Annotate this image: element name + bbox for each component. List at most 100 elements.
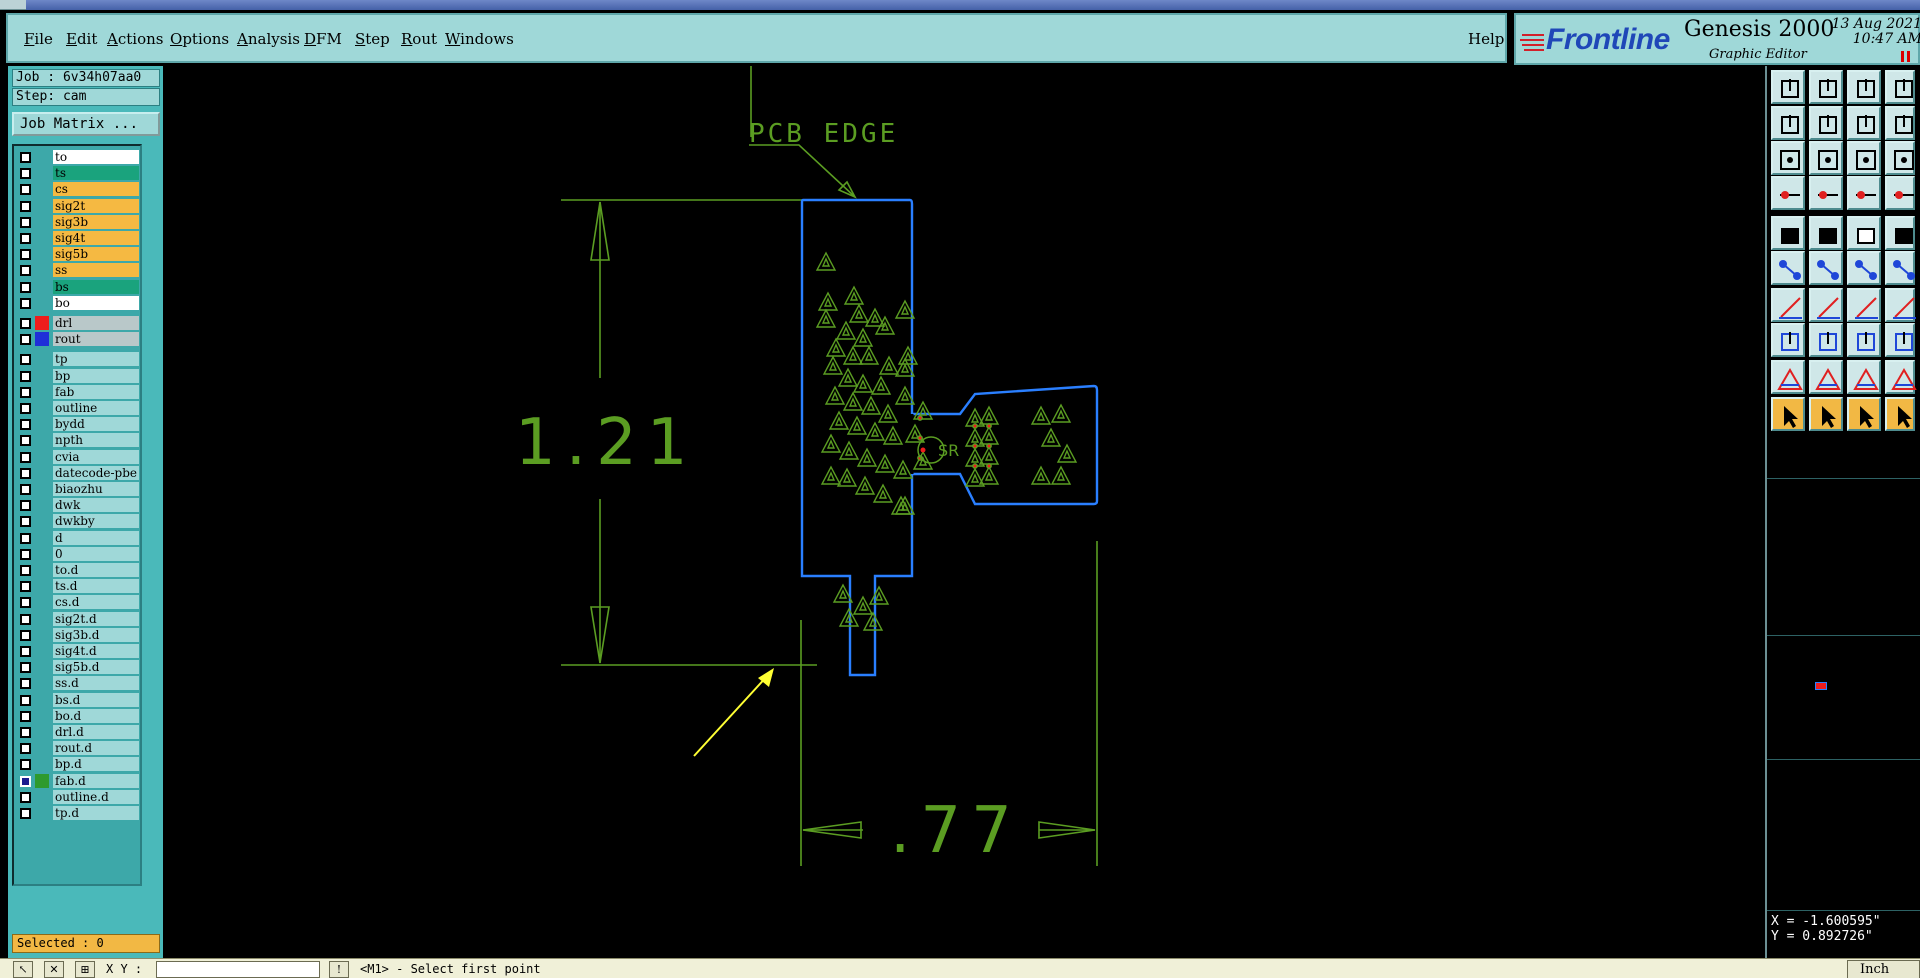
layer-checkbox[interactable] [20,727,31,738]
layer-color-swatch[interactable] [35,725,49,739]
layer-name[interactable]: rout [53,332,139,347]
fill-icon[interactable] [1771,216,1805,250]
layer-name[interactable]: ts [53,166,139,181]
layer-row-sig3b[interactable]: sig3b [18,214,139,229]
xy-input[interactable] [156,961,320,978]
open-job-icon[interactable] [1771,70,1805,104]
step-right-icon[interactable] [1809,106,1843,140]
layer-color-swatch[interactable] [35,466,49,480]
rotate-icon[interactable] [1847,288,1881,322]
slash-icon[interactable] [1809,288,1843,322]
layer-row-rout-d[interactable]: rout.d [18,741,139,756]
arc-icon[interactable] [1885,251,1915,285]
layer-row-0[interactable]: 0 [18,546,139,561]
layer-row-ts-d[interactable]: ts.d [18,579,139,594]
angle-icon[interactable] [1771,288,1805,322]
layer-name[interactable]: to [53,150,139,164]
grid-mode-icon[interactable]: ⊞ [75,961,95,978]
layer-checkbox[interactable] [20,265,31,277]
layer-color-swatch[interactable] [35,352,49,366]
menu-help[interactable]: Help [1468,30,1504,48]
graphic-canvas[interactable]: PCB EDGE 1.21 .77 SR [163,66,1765,957]
layer-name[interactable]: to.d [53,563,139,577]
layer-checkbox[interactable] [20,281,31,293]
cross-mode-icon[interactable]: ✕ [44,961,64,978]
ratio-icon[interactable] [1847,141,1881,175]
layer-checkbox[interactable] [20,791,31,803]
line-icon[interactable] [1809,323,1843,357]
feature-filter-icon[interactable] [1771,176,1805,210]
layer-checkbox[interactable] [20,743,31,755]
redraw-icon[interactable] [1885,106,1915,140]
layer-color-swatch[interactable] [35,741,49,755]
layer-row-fab-d[interactable]: fab.d [18,773,139,788]
layer-name[interactable]: npth [53,433,139,448]
layer-row-sig2t[interactable]: sig2t [18,198,139,213]
grid-icon[interactable] [1847,323,1881,357]
layer-color-swatch[interactable] [35,166,49,180]
layer-row-datecode-pbe[interactable]: datecode-pbe [18,465,139,480]
layer-checkbox[interactable] [20,775,31,787]
layer-checkbox[interactable] [20,759,31,771]
drill-icon[interactable] [1885,216,1915,250]
mirror-icon[interactable] [1847,106,1881,140]
layer-name[interactable]: bp.d [53,757,139,772]
layer-color-swatch[interactable] [35,482,49,496]
layer-color-swatch[interactable] [35,628,49,642]
layer-color-swatch[interactable] [35,563,49,577]
layer-row-tp-d[interactable]: tp.d [18,806,139,820]
layer-color-swatch[interactable] [35,433,49,447]
layer-color-swatch[interactable] [35,757,49,771]
layer-name[interactable]: sig3b [53,214,139,229]
overview-pane-bottom[interactable] [1767,759,1920,910]
layer-row-outline[interactable]: outline [18,401,139,415]
home-icon[interactable] [1847,70,1881,104]
layer-color-swatch[interactable] [35,709,49,723]
layer-color-swatch[interactable] [35,612,49,626]
layer-name[interactable]: sig2t.d [53,611,139,626]
layer-checkbox[interactable] [20,532,31,544]
layer-checkbox[interactable] [20,467,31,479]
layer-name[interactable]: ss.d [53,676,139,691]
layer-checkbox[interactable] [20,451,31,463]
layer-color-swatch[interactable] [35,385,49,399]
layer-row-dwk[interactable]: dwk [18,498,139,513]
layer-row-sig4t-d[interactable]: sig4t.d [18,644,139,658]
route-icon[interactable] [1885,397,1915,431]
layer-color-swatch[interactable] [35,316,49,330]
layer-checkbox[interactable] [20,678,31,690]
layer-name[interactable]: sig4t.d [53,644,139,658]
layer-color-swatch[interactable] [35,182,49,196]
connect-icon[interactable] [1771,251,1805,285]
layer-checkbox[interactable] [20,597,31,609]
layer-color-swatch[interactable] [35,280,49,294]
layer-color-swatch[interactable] [35,693,49,707]
layer-checkbox[interactable] [20,370,31,382]
layer-checkbox[interactable] [20,710,31,722]
layer-color-swatch[interactable] [35,296,49,310]
layer-name[interactable]: outline [53,401,139,415]
layer-checkbox[interactable] [20,435,31,447]
layer-name[interactable]: fab [53,384,139,399]
layer-name[interactable]: tp.d [53,806,139,820]
layer-name[interactable]: sig3b.d [53,627,139,642]
move-icon[interactable] [1771,323,1805,357]
layer-row-ts[interactable]: ts [18,166,139,181]
layer-row-dwkby[interactable]: dwkby [18,514,139,529]
layer-name[interactable]: d [53,530,139,545]
layer-row-bs-d[interactable]: bs.d [18,692,139,707]
layer-row-bo[interactable]: bo [18,295,139,310]
select-area-icon[interactable] [1847,397,1881,431]
layer-checkbox[interactable] [20,297,31,309]
layer-checkbox[interactable] [20,419,31,431]
layer-row-rout[interactable]: rout [18,332,139,347]
layer-checkbox[interactable] [20,386,31,398]
layer-color-swatch[interactable] [35,514,49,528]
layer-checkbox[interactable] [20,694,31,706]
layer-row-outline-d[interactable]: outline.d [18,789,139,804]
layer-name[interactable]: rout.d [53,741,139,756]
layer-name[interactable]: bs [53,279,139,294]
zoom-fit-icon[interactable] [1771,141,1805,175]
overview-pane-middle[interactable] [1767,635,1920,759]
add-line-icon[interactable] [1847,251,1881,285]
